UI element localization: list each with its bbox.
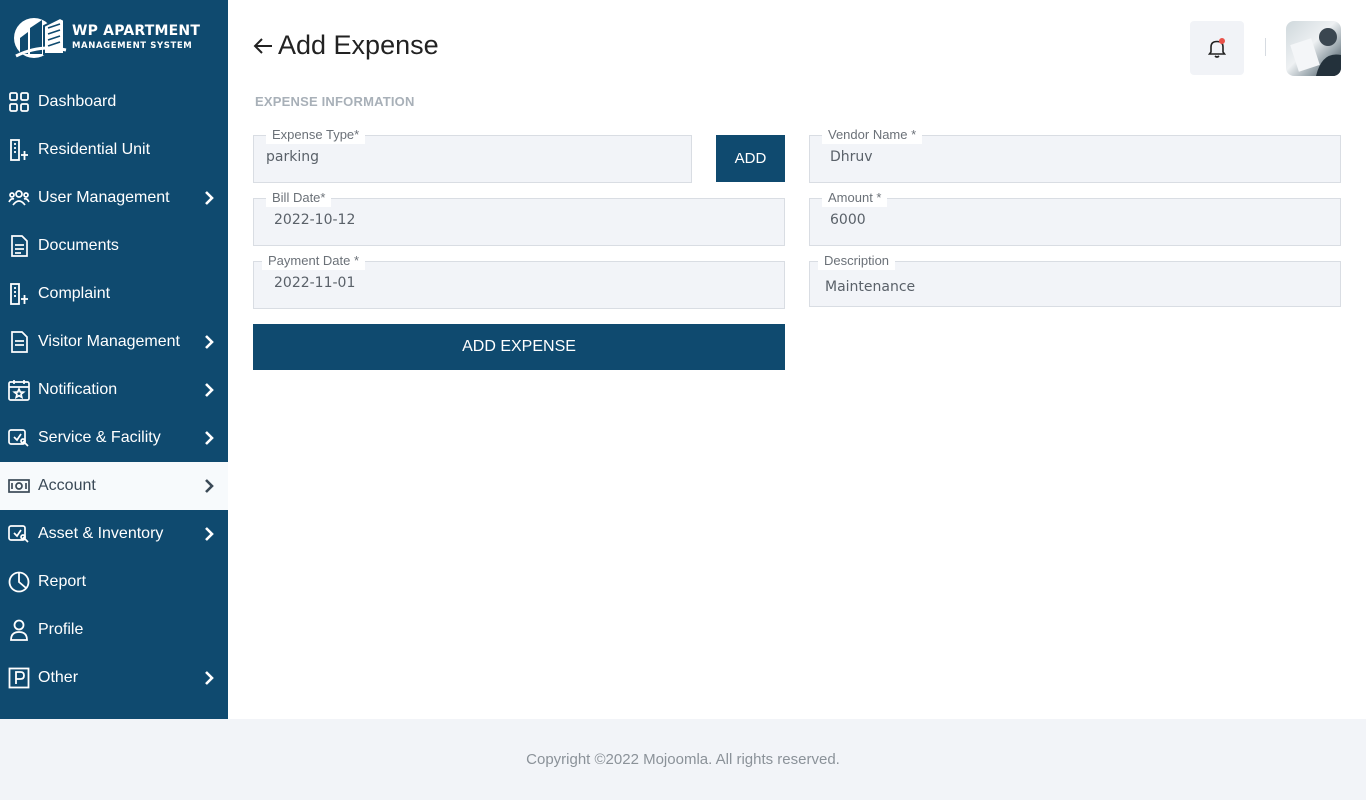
money-icon — [8, 475, 30, 497]
users-icon — [8, 187, 30, 209]
sidebar-item-label: Service & Facility — [38, 429, 161, 446]
sidebar-item-label: Notification — [38, 381, 118, 398]
service-icon — [8, 523, 30, 545]
sidebar-item-service-facility[interactable]: Service & Facility — [0, 414, 228, 462]
sidebar-item-label: Account — [38, 477, 96, 494]
chevron-right-icon — [205, 191, 214, 205]
chevron-right-icon — [205, 383, 214, 397]
dashboard-grid-icon — [8, 91, 30, 113]
sidebar-item-dashboard[interactable]: Dashboard — [0, 78, 228, 126]
bill-date-label: Bill Date* — [266, 189, 332, 207]
sidebar-item-user-management[interactable]: User Management — [0, 174, 228, 222]
sidebar-item-report[interactable]: Report — [0, 558, 228, 606]
sidebar-item-visitor-management[interactable]: Visitor Management — [0, 318, 228, 366]
expense-type-label: Expense Type* — [266, 126, 366, 144]
section-label: EXPENSE INFORMATION — [255, 94, 415, 109]
vendor-name-field[interactable]: Vendor Name * Dhruv — [809, 126, 1341, 183]
payment-date-field[interactable]: Payment Date * 2022-11-01 — [253, 252, 785, 309]
add-expense-type-button[interactable]: ADD — [716, 135, 785, 182]
sidebar-item-label: Documents — [38, 237, 119, 254]
sidebar-item-label: Report — [38, 573, 87, 590]
sidebar-item-label: Complaint — [38, 285, 111, 302]
chevron-right-icon — [205, 335, 214, 349]
avatar[interactable] — [1286, 21, 1341, 76]
sidebar-item-label: Visitor Management — [38, 333, 180, 350]
chevron-right-icon — [205, 527, 214, 541]
payment-date-label: Payment Date * — [262, 252, 366, 270]
copyright-text: Copyright ©2022 Mojoomla. All rights res… — [526, 751, 840, 768]
chevron-right-icon — [205, 671, 214, 685]
add-expense-button[interactable]: ADD EXPENSE — [253, 324, 785, 370]
page-header: Add Expense — [252, 30, 439, 61]
sidebar-item-other[interactable]: Other — [0, 654, 228, 702]
back-arrow-icon[interactable] — [252, 35, 274, 57]
building-icon — [8, 139, 30, 161]
page-title: Add Expense — [278, 30, 439, 60]
building-icon — [8, 283, 30, 305]
brand-subtitle: MANAGEMENT SYSTEM — [72, 40, 193, 51]
calendar-star-icon — [8, 379, 30, 401]
description-label: Description — [818, 252, 896, 270]
clipboard-icon — [8, 331, 30, 353]
sidebar-item-complaint[interactable]: Complaint — [0, 270, 228, 318]
sidebar: WP APARTMENT MANAGEMENT SYSTEM Dashboard… — [0, 0, 228, 719]
amount-field[interactable]: Amount * 6000 — [809, 189, 1341, 246]
sidebar-item-notification[interactable]: Notification — [0, 366, 228, 414]
expense-type-field[interactable]: Expense Type* parking — [253, 126, 692, 183]
notification-button[interactable] — [1190, 21, 1244, 75]
document-icon — [8, 235, 30, 257]
sidebar-item-label: Profile — [38, 621, 84, 638]
sidebar-item-residential-unit[interactable]: Residential Unit — [0, 126, 228, 174]
sidebar-item-label: User Management — [38, 189, 170, 206]
bell-icon — [1207, 38, 1227, 58]
brand-logo[interactable]: WP APARTMENT MANAGEMENT SYSTEM — [12, 14, 200, 60]
sidebar-item-profile[interactable]: Profile — [0, 606, 228, 654]
service-icon — [8, 427, 30, 449]
sidebar-item-label: Residential Unit — [38, 141, 151, 158]
vendor-name-label: Vendor Name * — [822, 126, 923, 144]
chevron-right-icon — [205, 431, 214, 445]
brand-title: WP APARTMENT — [72, 22, 201, 39]
amount-value: 6000 — [830, 212, 866, 228]
pie-chart-icon — [8, 571, 30, 593]
sidebar-item-documents[interactable]: Documents — [0, 222, 228, 270]
footer: Copyright ©2022 Mojoomla. All rights res… — [0, 719, 1366, 800]
bill-date-field[interactable]: Bill Date* 2022-10-12 — [253, 189, 785, 246]
sidebar-item-account[interactable]: Account — [0, 462, 228, 510]
building-logo-icon — [12, 14, 68, 60]
sidebar-item-label: Other — [38, 669, 79, 686]
sidebar-item-asset-inventory[interactable]: Asset & Inventory — [0, 510, 228, 558]
user-icon — [8, 619, 30, 641]
sidebar-item-label: Dashboard — [38, 93, 117, 110]
sidebar-menu: Dashboard Residential Unit User Manageme… — [0, 78, 228, 702]
header-divider — [1265, 38, 1266, 56]
vendor-name-value: Dhruv — [830, 149, 873, 165]
sidebar-item-label: Asset & Inventory — [38, 525, 164, 542]
description-field[interactable]: Description Maintenance — [809, 252, 1341, 307]
chevron-right-icon — [205, 479, 214, 493]
payment-date-value: 2022-11-01 — [274, 275, 356, 291]
bill-date-value: 2022-10-12 — [274, 212, 356, 228]
parking-icon — [8, 667, 30, 689]
description-value: Maintenance — [825, 279, 916, 295]
amount-label: Amount * — [822, 189, 888, 207]
expense-type-value: parking — [266, 149, 319, 165]
